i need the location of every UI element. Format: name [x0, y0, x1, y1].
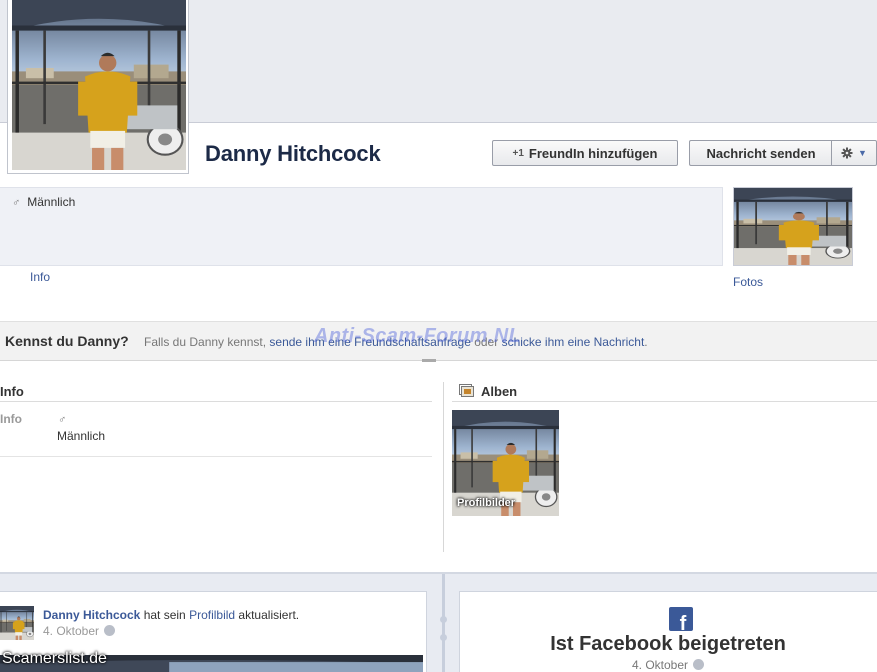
facebook-logo-icon: f [669, 607, 693, 631]
post-date-link[interactable]: 4. Oktober [43, 624, 99, 638]
male-icon: ♂ [12, 197, 21, 209]
info-section-title[interactable]: Info [0, 384, 24, 399]
info-link[interactable]: Info [30, 270, 50, 284]
send-message-link[interactable]: schicke ihm eine Nachricht [502, 335, 645, 349]
chevron-down-icon: ▼ [858, 148, 867, 158]
send-message-button[interactable]: Nachricht senden [689, 140, 832, 166]
know-person-title: Kennst du Danny? [5, 333, 129, 349]
info-gender-value: Männlich [57, 429, 106, 443]
album-label: Profilbilder [457, 497, 516, 509]
profile-name[interactable]: Danny Hitchcock [205, 141, 381, 167]
post-text-after: aktualisiert. [235, 608, 300, 622]
post-author-link[interactable]: Danny Hitchcock [43, 608, 140, 622]
globe-icon [693, 659, 705, 670]
profile-picture-link[interactable]: Profilbild [189, 608, 235, 622]
joined-facebook-date: 4. Oktober [459, 658, 877, 672]
know-text-suffix: . [644, 335, 648, 349]
joined-facebook-title: Ist Facebook beigetreten [550, 633, 786, 655]
know-text-prefix: Falls du Danny kennst, [144, 335, 270, 349]
divider-handle [422, 359, 436, 362]
albums-divider [452, 401, 877, 402]
info-row-label: Info [0, 412, 22, 426]
send-message-label: Nachricht senden [706, 145, 816, 161]
timeline-dot [440, 616, 447, 623]
post-headline: Danny Hitchcock hat sein Profilbild aktu… [43, 608, 299, 622]
photos-thumbnail-image [734, 188, 852, 265]
timeline-dot [440, 634, 447, 641]
globe-icon [104, 625, 116, 636]
info-divider-bottom [0, 456, 432, 457]
joined-date-text[interactable]: 4. Oktober [632, 658, 688, 672]
info-divider [0, 401, 432, 402]
photos-link[interactable]: Fotos [733, 275, 763, 289]
photos-thumbnail[interactable] [733, 187, 853, 266]
intro-box [0, 187, 723, 266]
settings-menu-button[interactable]: ▼ [831, 140, 877, 166]
post-text-before: hat sein [140, 608, 190, 622]
albums-icon [459, 384, 474, 397]
watermark-forum: Anti-Scam-Forum.NL [314, 325, 522, 347]
column-divider [443, 382, 444, 552]
add-friend-button[interactable]: +1 FreundIn hinzufügen [492, 140, 678, 166]
profile-picture-image [12, 0, 186, 170]
add-friend-icon: +1 [512, 147, 524, 159]
post-date: 4. Oktober [43, 624, 116, 638]
male-icon: ♂ [58, 414, 67, 426]
timeline-spine [442, 574, 445, 672]
gear-icon [841, 147, 853, 159]
profile-picture[interactable] [12, 0, 186, 170]
add-friend-label: FreundIn hinzufügen [528, 145, 658, 161]
post-author-avatar-image [0, 606, 34, 640]
facebook-logo-letter: f [679, 613, 687, 631]
post-author-avatar[interactable] [0, 606, 34, 640]
intro-gender: ♂ Männlich [12, 195, 75, 209]
albums-section-title[interactable]: Alben [481, 384, 517, 399]
intro-gender-text: Männlich [27, 195, 76, 209]
watermark-site: Scamerslist.de [2, 650, 107, 667]
